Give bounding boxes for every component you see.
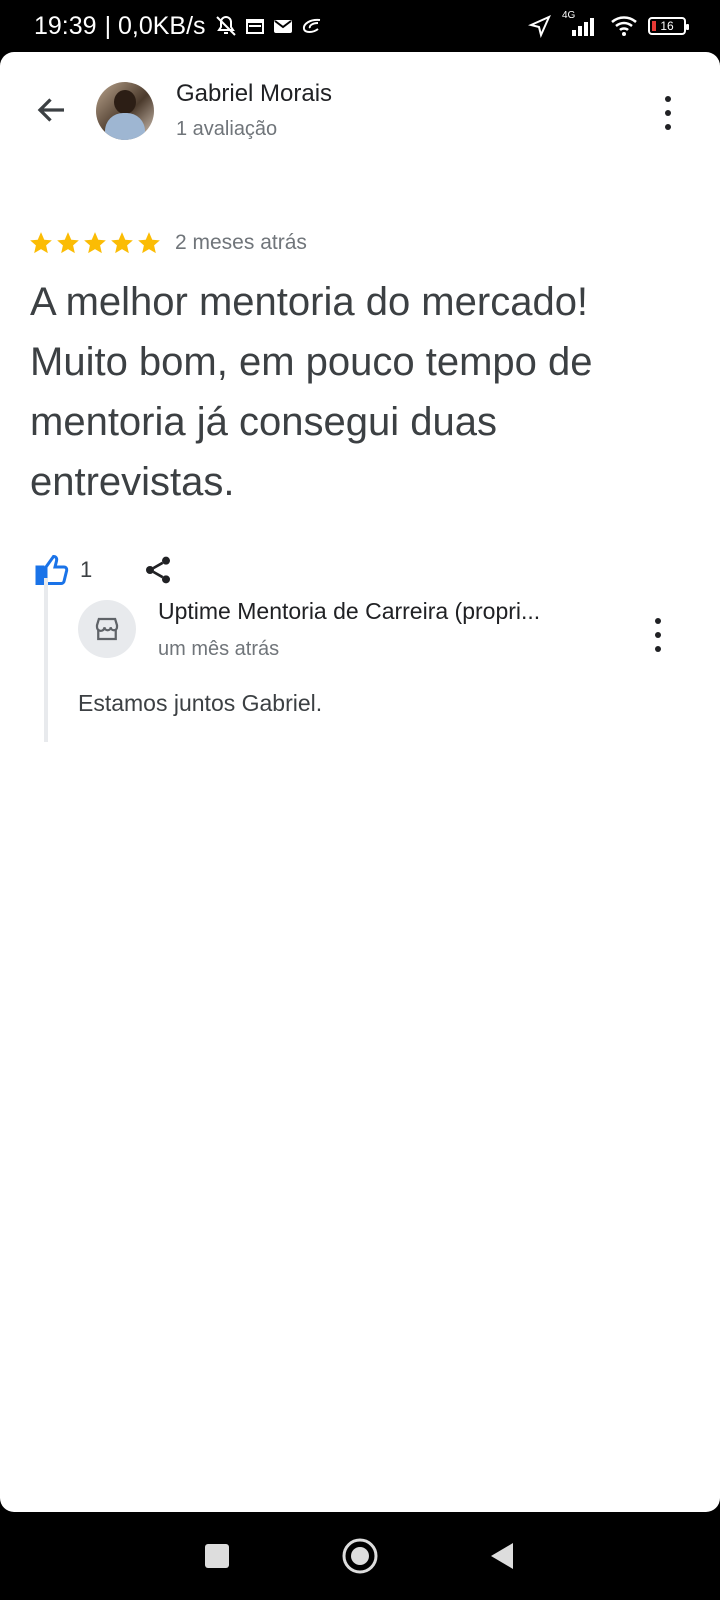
signal-icon: 4G <box>562 10 600 38</box>
review-header: Gabriel Morais 1 avaliação <box>0 52 720 172</box>
avatar[interactable] <box>96 82 154 140</box>
more-vert-icon[interactable] <box>652 618 664 652</box>
status-time: 19:39 <box>34 11 97 40</box>
back-icon[interactable] <box>489 1541 517 1571</box>
more-vert-icon[interactable] <box>662 96 674 130</box>
location-icon <box>528 15 551 38</box>
owner-reply-time: um mês atrás <box>158 638 280 660</box>
battery-icon: 16 <box>648 17 689 35</box>
bell-off-icon <box>215 15 236 36</box>
swirl-icon <box>302 18 320 33</box>
calendar-icon <box>245 19 264 34</box>
reviewer-review-count: 1 avaliação <box>176 118 278 140</box>
recents-icon[interactable] <box>203 1542 231 1570</box>
star-rating: 2 meses atrás <box>28 230 307 256</box>
mail-icon <box>273 20 292 33</box>
reviewer-name[interactable]: Gabriel Morais <box>176 80 332 108</box>
star-icon <box>84 232 106 254</box>
owner-name[interactable]: Uptime Mentoria de Carreira (propri... <box>158 598 540 625</box>
review-time: 2 meses atrás <box>175 231 307 254</box>
back-arrow-icon[interactable] <box>34 92 70 128</box>
star-icon <box>57 232 79 254</box>
star-icon <box>30 232 52 254</box>
wifi-icon <box>611 16 637 36</box>
status-speed: | 0,0KB/s <box>104 11 206 40</box>
navigation-bar <box>0 1512 720 1600</box>
home-icon[interactable] <box>341 1537 379 1575</box>
owner-reply-text: Estamos juntos Gabriel. <box>78 690 323 716</box>
review-text: A melhor mentoria do mercado! Muito bom,… <box>30 280 593 504</box>
store-icon <box>78 600 136 658</box>
owner-reply: Uptime Mentoria de Carreira (propri... u… <box>44 578 678 742</box>
review-card: Gabriel Morais 1 avaliação 2 meses atrás… <box>0 52 720 1512</box>
star-icon <box>111 232 133 254</box>
star-icon <box>138 232 160 254</box>
status-bar: 19:39 | 0,0KB/s 4G 16 <box>0 0 720 52</box>
